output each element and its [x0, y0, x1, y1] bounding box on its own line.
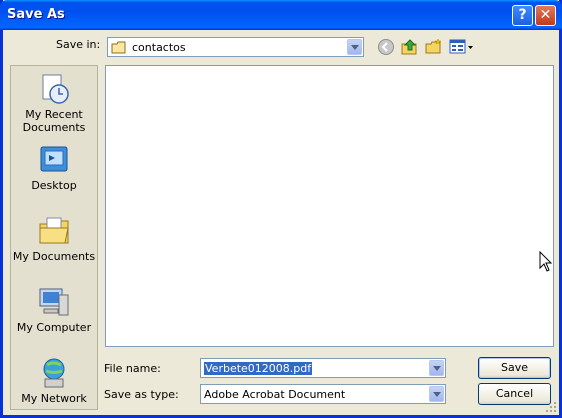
save-in-value: contactos [132, 41, 186, 54]
cancel-button[interactable]: Cancel [478, 383, 551, 405]
views-menu-icon[interactable] [449, 38, 475, 56]
new-folder-icon[interactable] [425, 38, 443, 56]
place-label: Desktop [31, 179, 77, 192]
save-as-type-dropdown[interactable]: Adobe Acrobat Document [200, 384, 446, 404]
my-documents-icon [39, 217, 69, 244]
place-my-network[interactable]: My Network [11, 356, 97, 405]
up-folder-icon[interactable] [401, 38, 419, 56]
folder-icon [111, 41, 126, 54]
title-bar[interactable]: Save As ? ✕ [0, 0, 562, 30]
my-computer-icon [39, 288, 69, 316]
file-name-input[interactable]: Verbete012008.pdf [200, 358, 446, 378]
place-my-recent-documents[interactable]: My Recent Documents [11, 72, 97, 134]
save-in-dropdown-arrow[interactable] [347, 39, 362, 55]
resize-grip-icon[interactable] [546, 402, 556, 412]
file-name-label: File name: [104, 362, 161, 375]
save-in-dropdown[interactable]: contactos [107, 37, 364, 57]
place-my-computer[interactable]: My Computer [11, 285, 97, 334]
places-bar: My Recent Documents Desktop My Documents [10, 65, 98, 410]
place-label: Documents [22, 121, 86, 134]
file-name-dropdown-arrow[interactable] [429, 360, 444, 376]
save-as-type-dropdown-arrow[interactable] [429, 386, 444, 402]
place-label: My Documents [12, 250, 96, 263]
save-as-dialog: Save As ? ✕ Save in: contactos My Recent… [0, 0, 562, 418]
save-as-type-label: Save as type: [104, 388, 179, 401]
place-desktop[interactable]: Desktop [11, 143, 97, 192]
save-button[interactable]: Save [478, 357, 551, 379]
place-label: My Recent [25, 108, 83, 121]
save-in-label: Save in: [56, 38, 101, 51]
place-my-documents[interactable]: My Documents [11, 214, 97, 263]
window-title: Save As [7, 7, 65, 22]
place-label: My Computer [16, 321, 92, 334]
my-recent-documents-icon [42, 74, 69, 104]
file-list-view[interactable] [105, 65, 554, 347]
close-button[interactable]: ✕ [535, 5, 556, 26]
my-network-icon [43, 358, 65, 388]
desktop-icon [40, 146, 68, 172]
file-name-value: Verbete012008.pdf [204, 362, 313, 375]
place-label: My Network [21, 392, 87, 405]
save-as-type-value: Adobe Acrobat Document [204, 388, 346, 401]
help-button[interactable]: ? [512, 5, 533, 26]
back-icon[interactable] [377, 38, 395, 56]
mouse-cursor-icon [539, 251, 553, 272]
